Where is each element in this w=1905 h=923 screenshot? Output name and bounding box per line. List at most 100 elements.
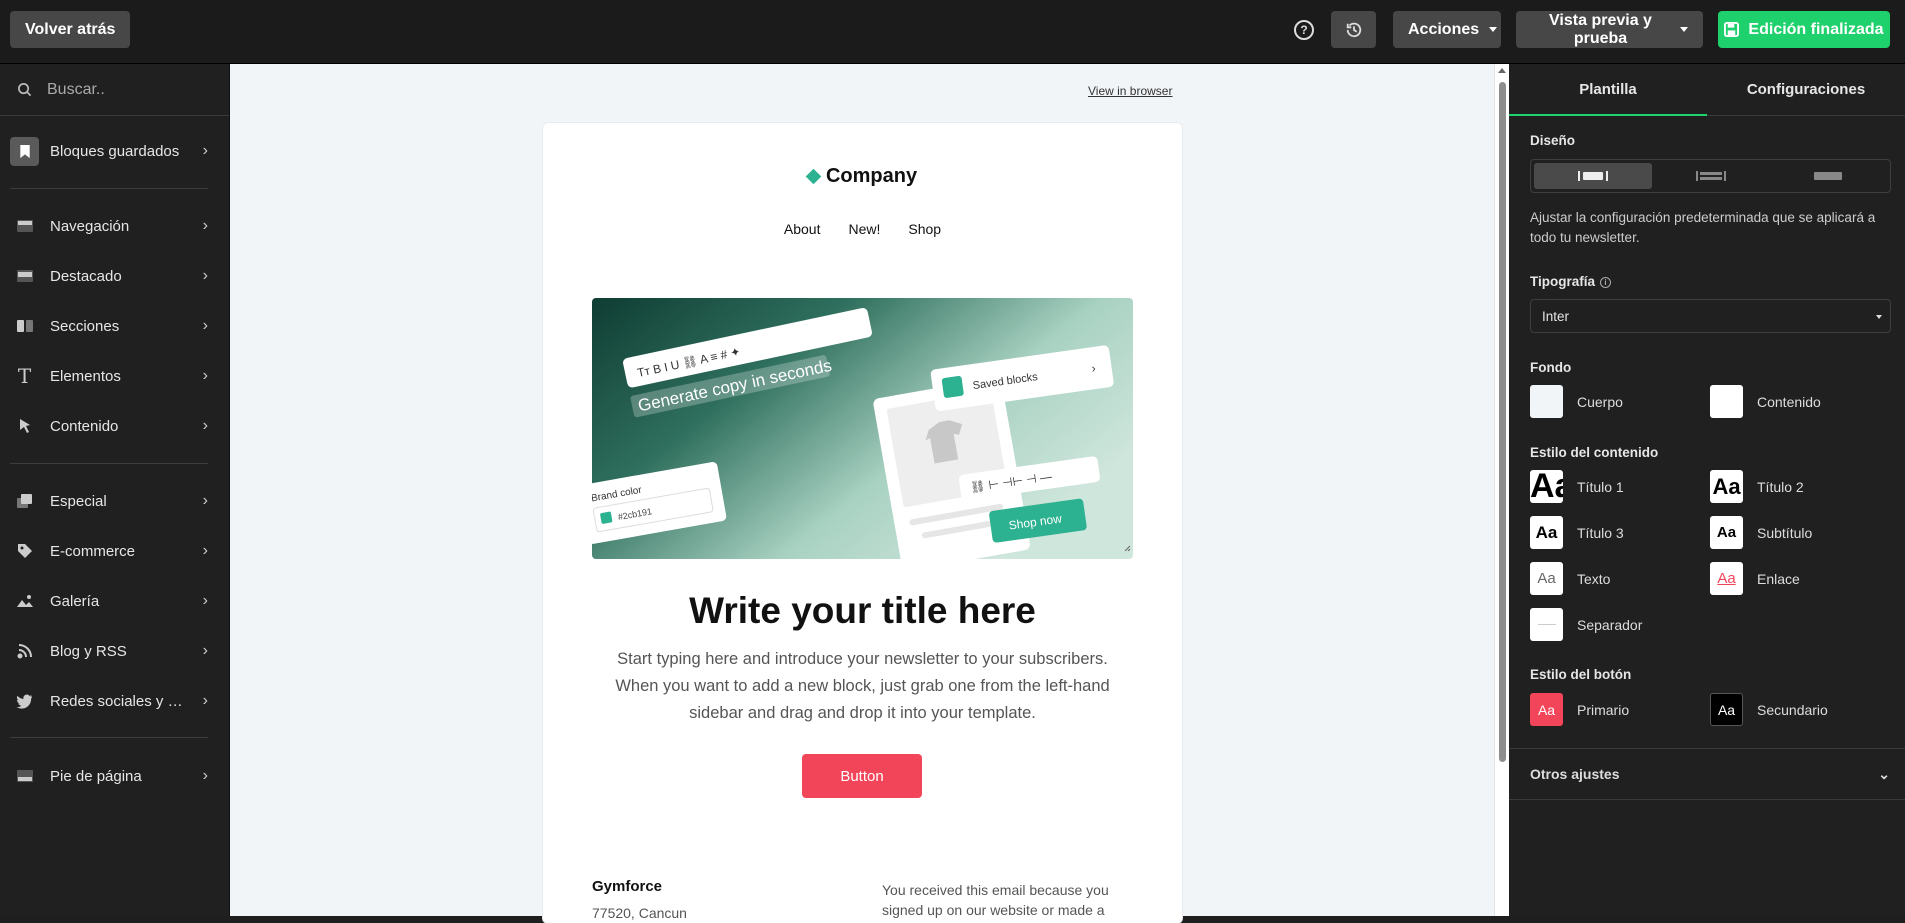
sidebar-item-label: Bloques guardados [50,142,180,160]
style-titulo-3-label: Título 3 [1577,524,1624,541]
settings-panel: Plantilla Configuraciones Diseño Ajustar… [1509,64,1905,916]
style-titulo-2[interactable]: Aa Título 2 [1710,470,1804,503]
image-icon [10,587,39,616]
sidebar-item-galeria[interactable]: Galería › [0,581,228,621]
sidebar-item-pie-de-pagina[interactable]: Pie de página › [0,756,228,796]
info-icon[interactable]: i [1600,276,1612,288]
sidebar-item-destacado[interactable]: Destacado › [0,256,228,296]
sidebar-item-label: Secciones [50,317,120,335]
tab-configuraciones[interactable]: Configuraciones [1707,64,1905,115]
search-input[interactable] [47,80,217,99]
sidebar-item-elementos[interactable]: T Elementos › [0,356,228,396]
style-separador-label: Separador [1577,616,1643,633]
sidebar-item-label: Pie de página [50,767,142,785]
style-texto[interactable]: Aa Texto [1530,562,1610,595]
scroll-up-icon[interactable] [1498,68,1506,73]
footer-address[interactable]: 77520, Cancun [592,905,687,921]
style-titulo-1[interactable]: Aa Título 1 [1530,470,1624,503]
style-subtitulo-sample: Aa [1710,516,1743,549]
separator-line-icon [1537,624,1556,625]
tipografia-text: Tipografía [1530,274,1596,289]
style-enlace-label: Enlace [1757,570,1800,587]
nav-link-shop[interactable]: Shop [908,221,941,237]
diseno-label: Diseño [1530,133,1576,148]
acciones-menu-button[interactable]: Acciones [1393,11,1501,48]
sidebar-item-contenido[interactable]: Contenido › [0,406,228,446]
email-cta-button[interactable]: Button [802,754,922,798]
scroll-thumb[interactable] [1499,82,1506,762]
text-element-icon: T [17,364,32,388]
chevron-right-icon: › [202,767,208,784]
style-titulo-3-sample: Aa [1530,516,1563,549]
bg-cuerpo[interactable]: Cuerpo [1530,385,1623,418]
history-button[interactable] [1331,11,1376,48]
button-style-primario[interactable]: Aa Primario [1530,693,1629,726]
sidebar-item-especial[interactable]: Especial › [0,481,228,521]
email-nav: About New! Shop [543,221,1182,237]
sidebar-item-secciones[interactable]: Secciones › [0,306,228,346]
bg-contenido[interactable]: Contenido [1710,385,1821,418]
sidebar-item-navegacion[interactable]: Navegación › [0,206,228,246]
question-circle-icon[interactable]: ? [1294,20,1314,40]
hero-image[interactable]: Tт B I U ⛓ A ≡ # ✦ Generate copy in seco… [592,298,1133,559]
sidebar-item-blog-rss[interactable]: Blog y RSS › [0,631,228,671]
layout-option-full[interactable] [1769,163,1887,189]
style-titulo-3[interactable]: Aa Título 3 [1530,516,1624,549]
divider [10,737,208,738]
finish-editing-button[interactable]: Edición finalizada [1718,11,1890,48]
style-titulo-1-sample: Aa [1530,470,1563,503]
email-body-text[interactable]: Start typing here and introduce your new… [598,646,1127,727]
acciones-label: Acciones [1408,20,1480,38]
nav-link-about[interactable]: About [784,221,821,237]
brand-name: Company [825,165,918,187]
history-icon [1346,22,1361,37]
divider [10,463,208,464]
sidebar-item-ecommerce[interactable]: E-commerce › [0,531,228,571]
font-select[interactable]: Inter [1530,299,1891,333]
back-button[interactable]: Volver atrás [10,11,131,48]
layout-option-wide[interactable] [1652,163,1770,189]
bg-contenido-label: Contenido [1757,393,1821,410]
layout-option-boxed[interactable] [1534,163,1652,189]
style-enlace[interactable]: Aa Enlace [1710,562,1800,595]
bg-contenido-swatch[interactable] [1710,385,1743,418]
style-subtitulo[interactable]: Aa Subtítulo [1710,516,1812,549]
style-titulo-1-label: Título 1 [1577,478,1624,495]
otros-ajustes-accordion[interactable]: Otros ajustes ⌄ [1509,748,1905,800]
top-bar: Volver atrás ? Acciones Vista previa y p… [0,0,1905,64]
footer-note[interactable]: You received this email because you sign… [882,880,1142,920]
chevron-down-icon [1876,315,1882,319]
button-primario-sample: Aa [1530,693,1563,726]
sidebar-item-label: Redes sociales y co... [50,692,185,710]
chevron-down-icon [1489,27,1498,32]
sidebar-item-redes-sociales[interactable]: Redes sociales y co... › [0,681,228,721]
font-select-value: Inter [1542,308,1570,324]
canvas-scrollbar[interactable] [1494,64,1509,916]
sidebar-item-label: Especial [50,492,107,510]
sections-icon [10,312,39,341]
twitter-icon [10,687,39,716]
brand-logo[interactable]: Company [543,165,1182,188]
save-icon [1724,22,1740,37]
panel-tabs: Plantilla Configuraciones [1509,64,1905,116]
chevron-right-icon: › [202,317,208,334]
diamond-logo-icon [805,168,822,185]
bg-cuerpo-swatch[interactable] [1530,385,1563,418]
rss-icon [10,637,39,666]
chevron-down-icon: ⌄ [1878,766,1890,782]
email-title[interactable]: Write your title here [543,590,1182,632]
otros-ajustes-label: Otros ajustes [1530,766,1620,782]
sidebar-item-label: Galería [50,592,100,610]
sidebar-item-label: Blog y RSS [50,642,127,660]
preview-test-button[interactable]: Vista previa y prueba [1516,11,1703,48]
blocks-sidebar: Bloques guardados › Navegación › Destaca… [0,64,230,916]
button-style-secundario[interactable]: Aa Secundario [1710,693,1828,726]
view-in-browser-link[interactable]: View in browser [1088,84,1172,98]
chevron-down-icon [1680,27,1688,32]
nav-link-new[interactable]: New! [848,221,880,237]
footer-icon [10,762,39,791]
style-separador[interactable]: Separador [1530,608,1642,641]
sidebar-item-saved-blocks[interactable]: Bloques guardados › [0,131,228,171]
footer-company[interactable]: Gymforce [592,878,662,895]
tab-plantilla[interactable]: Plantilla [1509,64,1707,116]
